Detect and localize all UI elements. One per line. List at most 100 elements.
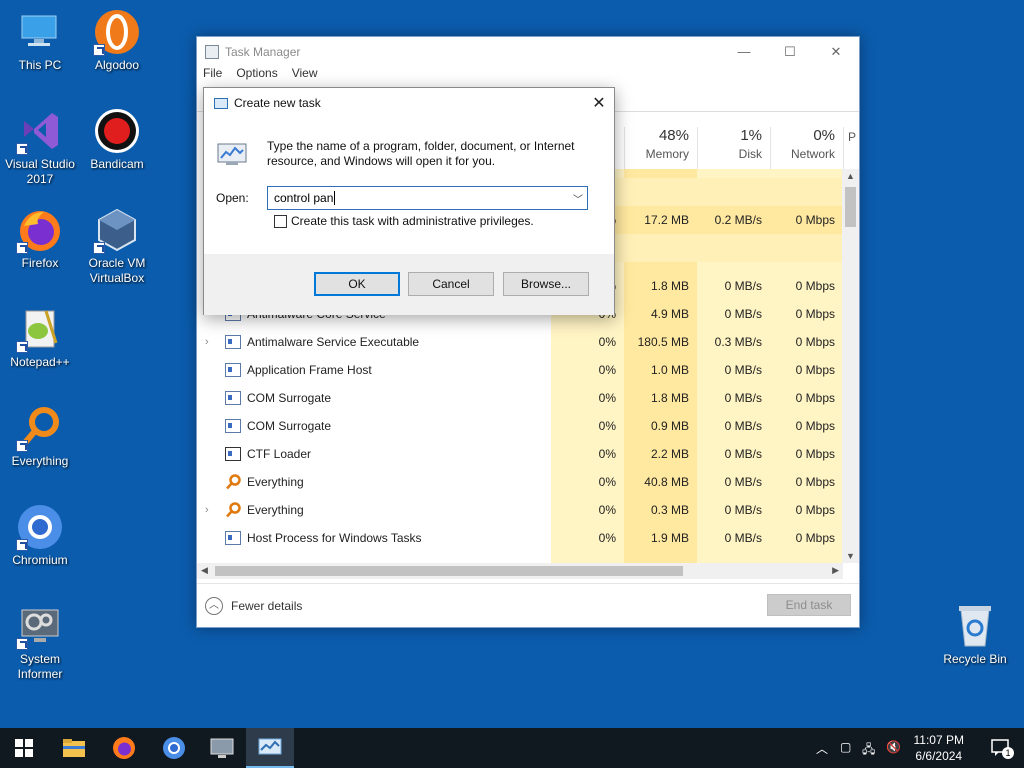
run-program-icon [216, 138, 250, 168]
disk-percent: 1% [740, 127, 762, 144]
scroll-left-icon[interactable]: ◀ [201, 565, 208, 576]
process-icon [225, 391, 241, 405]
memory-cell: 0.3 MB [650, 503, 689, 517]
open-combobox[interactable]: control pan ﹀ [267, 186, 588, 210]
desktop-icon-label: Bandicam [90, 157, 144, 171]
open-label: Open: [216, 191, 249, 205]
browse-button[interactable]: Browse... [503, 272, 589, 296]
table-row[interactable]: CTF Loader 0% 2.2 MB 0 MB/s 0 Mbps [197, 440, 843, 468]
close-icon[interactable]: ✕ [813, 44, 859, 60]
chevron-up-icon: ︿ [205, 597, 223, 615]
horizontal-scrollbar[interactable]: ◀ ▶ [197, 563, 843, 579]
desktop-icon-chromium[interactable]: Chromium [0, 503, 80, 568]
scroll-up-icon[interactable]: ▲ [846, 171, 855, 181]
desktop-icon-system-informer[interactable]: System Informer [0, 602, 80, 682]
table-row[interactable]: COM Surrogate 0% 0.9 MB 0 MB/s 0 Mbps [197, 412, 843, 440]
desktop-icon-label: Visual Studio 2017 [5, 157, 75, 186]
desktop-icon-bandicam[interactable]: Bandicam [77, 107, 157, 172]
action-center-button[interactable]: 1 [990, 738, 1014, 759]
scroll-down-icon[interactable]: ▼ [846, 551, 855, 561]
text-caret [334, 191, 336, 205]
menu-options[interactable]: Options [236, 66, 277, 86]
notification-count: 1 [1002, 747, 1014, 759]
table-row[interactable]: Application Frame Host 0% 1.0 MB 0 MB/s … [197, 356, 843, 384]
clock-time: 11:07 PM [913, 733, 964, 747]
vertical-scroll-thumb[interactable] [845, 187, 856, 227]
system-informer-icon [16, 602, 64, 650]
column-header-network[interactable]: 0% Network [770, 127, 843, 169]
desktop-icon-notepadpp[interactable]: Notepad++ [0, 305, 80, 370]
horizontal-scroll-thumb[interactable] [215, 566, 683, 576]
cpu-cell: 0% [598, 475, 616, 489]
network-cell: 0 Mbps [795, 475, 835, 489]
taskbar-file-explorer[interactable] [50, 728, 98, 768]
admin-privileges-label: Create this task with administrative pri… [291, 214, 534, 228]
fewer-details-button[interactable]: ︿ Fewer details [205, 597, 302, 615]
chevron-down-icon[interactable]: ﹀ [569, 191, 587, 206]
scroll-right-icon[interactable]: ▶ [832, 565, 839, 576]
shortcut-arrow-icon [16, 242, 28, 254]
maximize-icon[interactable]: ☐ [767, 44, 813, 60]
desktop-icon-algodoo[interactable]: Algodoo [77, 8, 157, 73]
table-row[interactable]: COM Surrogate 0% 1.8 MB 0 MB/s 0 Mbps [197, 384, 843, 412]
network-cell: 0 Mbps [795, 503, 835, 517]
column-header-power[interactable]: P [843, 127, 856, 169]
clock[interactable]: 11:07 PM 6/6/2024 [914, 732, 964, 764]
admin-privileges-checkbox[interactable]: Create this task with administrative pri… [274, 214, 534, 228]
volume-muted-icon[interactable]: 🔇 [886, 740, 901, 754]
cpu-cell: 0% [598, 531, 616, 545]
taskbar-firefox[interactable] [100, 728, 148, 768]
start-button[interactable] [0, 728, 48, 768]
chevron-up-icon[interactable]: ︿ [816, 740, 828, 757]
cpu-cell: 0% [598, 391, 616, 405]
shortcut-arrow-icon [16, 341, 28, 353]
end-task-button[interactable]: End task [767, 594, 851, 616]
column-header-disk[interactable]: 1% Disk [697, 127, 770, 169]
dialog-message: Type the name of a program, folder, docu… [267, 139, 575, 168]
taskbar-task-manager[interactable] [246, 728, 294, 768]
table-row[interactable]: Everything 0% 40.8 MB 0 MB/s 0 Mbps [197, 468, 843, 496]
taskbar-chromium[interactable] [150, 728, 198, 768]
cancel-button[interactable]: Cancel [408, 272, 494, 296]
desktop-icon-this-pc[interactable]: This PC [0, 8, 80, 73]
menu-file[interactable]: File [203, 66, 222, 86]
desktop-icon-virtualbox[interactable]: Oracle VM VirtualBox [77, 206, 157, 286]
expand-chevron-icon[interactable]: › [205, 496, 209, 524]
title-bar[interactable]: Task Manager — ☐ ✕ [197, 37, 859, 66]
minimize-icon[interactable]: — [721, 44, 767, 60]
open-input-value[interactable]: control pan [274, 191, 333, 205]
process-icon [225, 363, 241, 377]
tray-app-icon[interactable]: ▢ [840, 740, 851, 754]
algodoo-icon [93, 8, 141, 56]
column-header-memory[interactable]: 48% Memory [624, 127, 697, 169]
process-icon [225, 531, 241, 545]
desktop-icon-recycle-bin[interactable]: Recycle Bin [935, 602, 1015, 667]
firefox-icon [113, 737, 135, 759]
process-name: COM Surrogate [247, 391, 332, 405]
shortcut-arrow-icon [16, 440, 28, 452]
desktop-icon-label: Everything [11, 454, 69, 468]
close-icon[interactable]: ✕ [584, 93, 614, 113]
ok-button[interactable]: OK [314, 272, 400, 296]
fewer-details-label: Fewer details [231, 599, 303, 613]
table-row[interactable]: › Everything 0% 0.3 MB 0 MB/s 0 Mbps [197, 496, 843, 524]
table-row[interactable]: › Antimalware Service Executable 0% 180.… [197, 328, 843, 356]
visual-studio-icon [16, 107, 64, 155]
menu-view[interactable]: View [292, 66, 318, 86]
process-icon [225, 419, 241, 433]
desktop-icon-visual-studio[interactable]: Visual Studio 2017 [0, 107, 80, 187]
desktop-icon-label: System Informer [17, 652, 63, 681]
process-name: Everything [247, 503, 304, 517]
vertical-scrollbar[interactable]: ▲ ▼ [842, 169, 859, 563]
table-row[interactable]: Host Process for Windows Tasks 0% 1.9 MB… [197, 524, 843, 552]
desktop-icon-label: This PC [18, 58, 62, 72]
dialog-title-bar[interactable]: Create new task ✕ [204, 88, 614, 118]
network-icon[interactable]: 🖧 [862, 740, 875, 761]
desktop-icon-firefox[interactable]: Firefox [0, 206, 80, 271]
taskbar-system-informer[interactable] [198, 728, 246, 768]
checkbox-icon[interactable] [274, 214, 287, 228]
expand-chevron-icon[interactable]: › [205, 328, 209, 356]
task-manager-footer: ︿ Fewer details End task [197, 583, 859, 627]
shortcut-arrow-icon [93, 44, 105, 56]
desktop-icon-everything[interactable]: Everything [0, 404, 80, 469]
